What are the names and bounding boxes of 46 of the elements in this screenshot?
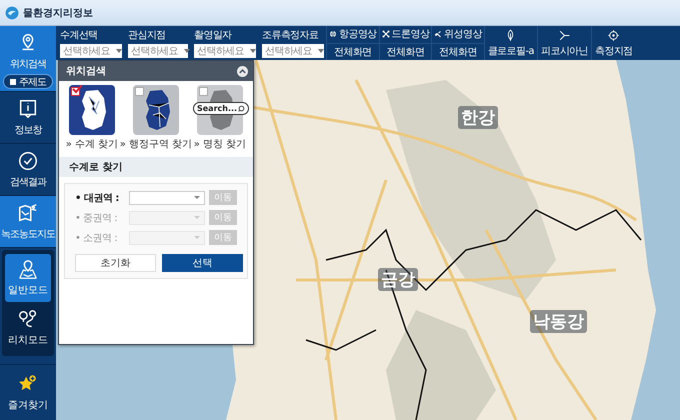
drone-icon bbox=[382, 30, 390, 38]
field-label: • 소권역 : bbox=[75, 232, 118, 244]
filter-label: 조류측정자료 bbox=[262, 29, 320, 42]
map-pin-icon bbox=[17, 259, 39, 281]
imagery-button[interactable]: 항공영상 bbox=[327, 26, 379, 42]
imagery-button[interactable]: 드론영상 bbox=[380, 26, 432, 42]
search-icon bbox=[238, 105, 246, 112]
check-circle-icon bbox=[17, 150, 39, 172]
korea-map-icon bbox=[68, 85, 115, 135]
theme-toggle[interactable]: 주제도 bbox=[3, 74, 53, 89]
field-label: • 중권역 : bbox=[75, 212, 118, 224]
field-label: • 대권역 : bbox=[75, 192, 120, 204]
dropdown[interactable]: 선택하세요 bbox=[194, 44, 256, 58]
satellite-icon bbox=[434, 30, 442, 38]
dropdown[interactable]: 선택하세요 bbox=[128, 44, 188, 58]
filter-label: 촬영일자 bbox=[194, 29, 233, 42]
globe-icon bbox=[329, 30, 337, 38]
panel-title: 위치검색 bbox=[66, 65, 106, 78]
dropdown[interactable]: 선택하세요 bbox=[60, 44, 122, 58]
section-title: 수계로 찾기 bbox=[69, 161, 122, 174]
filter-label: 관심지점 bbox=[128, 29, 167, 42]
dropdown[interactable]: 선택하세요 bbox=[262, 44, 324, 58]
window-title: 물환경지리정보 bbox=[23, 6, 93, 20]
target-icon bbox=[607, 28, 620, 42]
search-mode-option[interactable]: » 행정구역 찾기 bbox=[120, 85, 192, 151]
basin-label: 낙동강 bbox=[530, 310, 587, 333]
search-bubble: Search... bbox=[192, 102, 250, 115]
sidebar-item[interactable]: 위치검색 주제도 bbox=[0, 26, 56, 92]
basin-label: 한강 bbox=[458, 106, 498, 129]
korea-map-icon bbox=[132, 85, 179, 135]
info-icon bbox=[17, 98, 39, 120]
collapse-icon[interactable] bbox=[237, 66, 248, 76]
filter-label: 수계선택 bbox=[60, 29, 99, 42]
imagery-button[interactable]: 위성영상 bbox=[432, 26, 484, 42]
reset-button[interactable]: 초기화 bbox=[75, 254, 156, 272]
select-button[interactable]: 선택 bbox=[162, 254, 243, 272]
search-mode-option[interactable]: Search... » 명칭 찾기 bbox=[194, 85, 246, 151]
mode-button[interactable]: 리치모드 bbox=[5, 304, 51, 352]
logo-icon bbox=[5, 6, 19, 20]
dropdown[interactable] bbox=[129, 190, 205, 204]
sidebar-item[interactable]: 녹조농도지도 bbox=[0, 196, 56, 248]
mode-button[interactable]: 일반모드 bbox=[5, 254, 51, 302]
branch-icon bbox=[558, 28, 571, 42]
checkbox[interactable] bbox=[70, 87, 80, 96]
map-icon bbox=[17, 202, 39, 224]
search-mode-option[interactable]: » 수계 찾기 bbox=[66, 85, 118, 151]
